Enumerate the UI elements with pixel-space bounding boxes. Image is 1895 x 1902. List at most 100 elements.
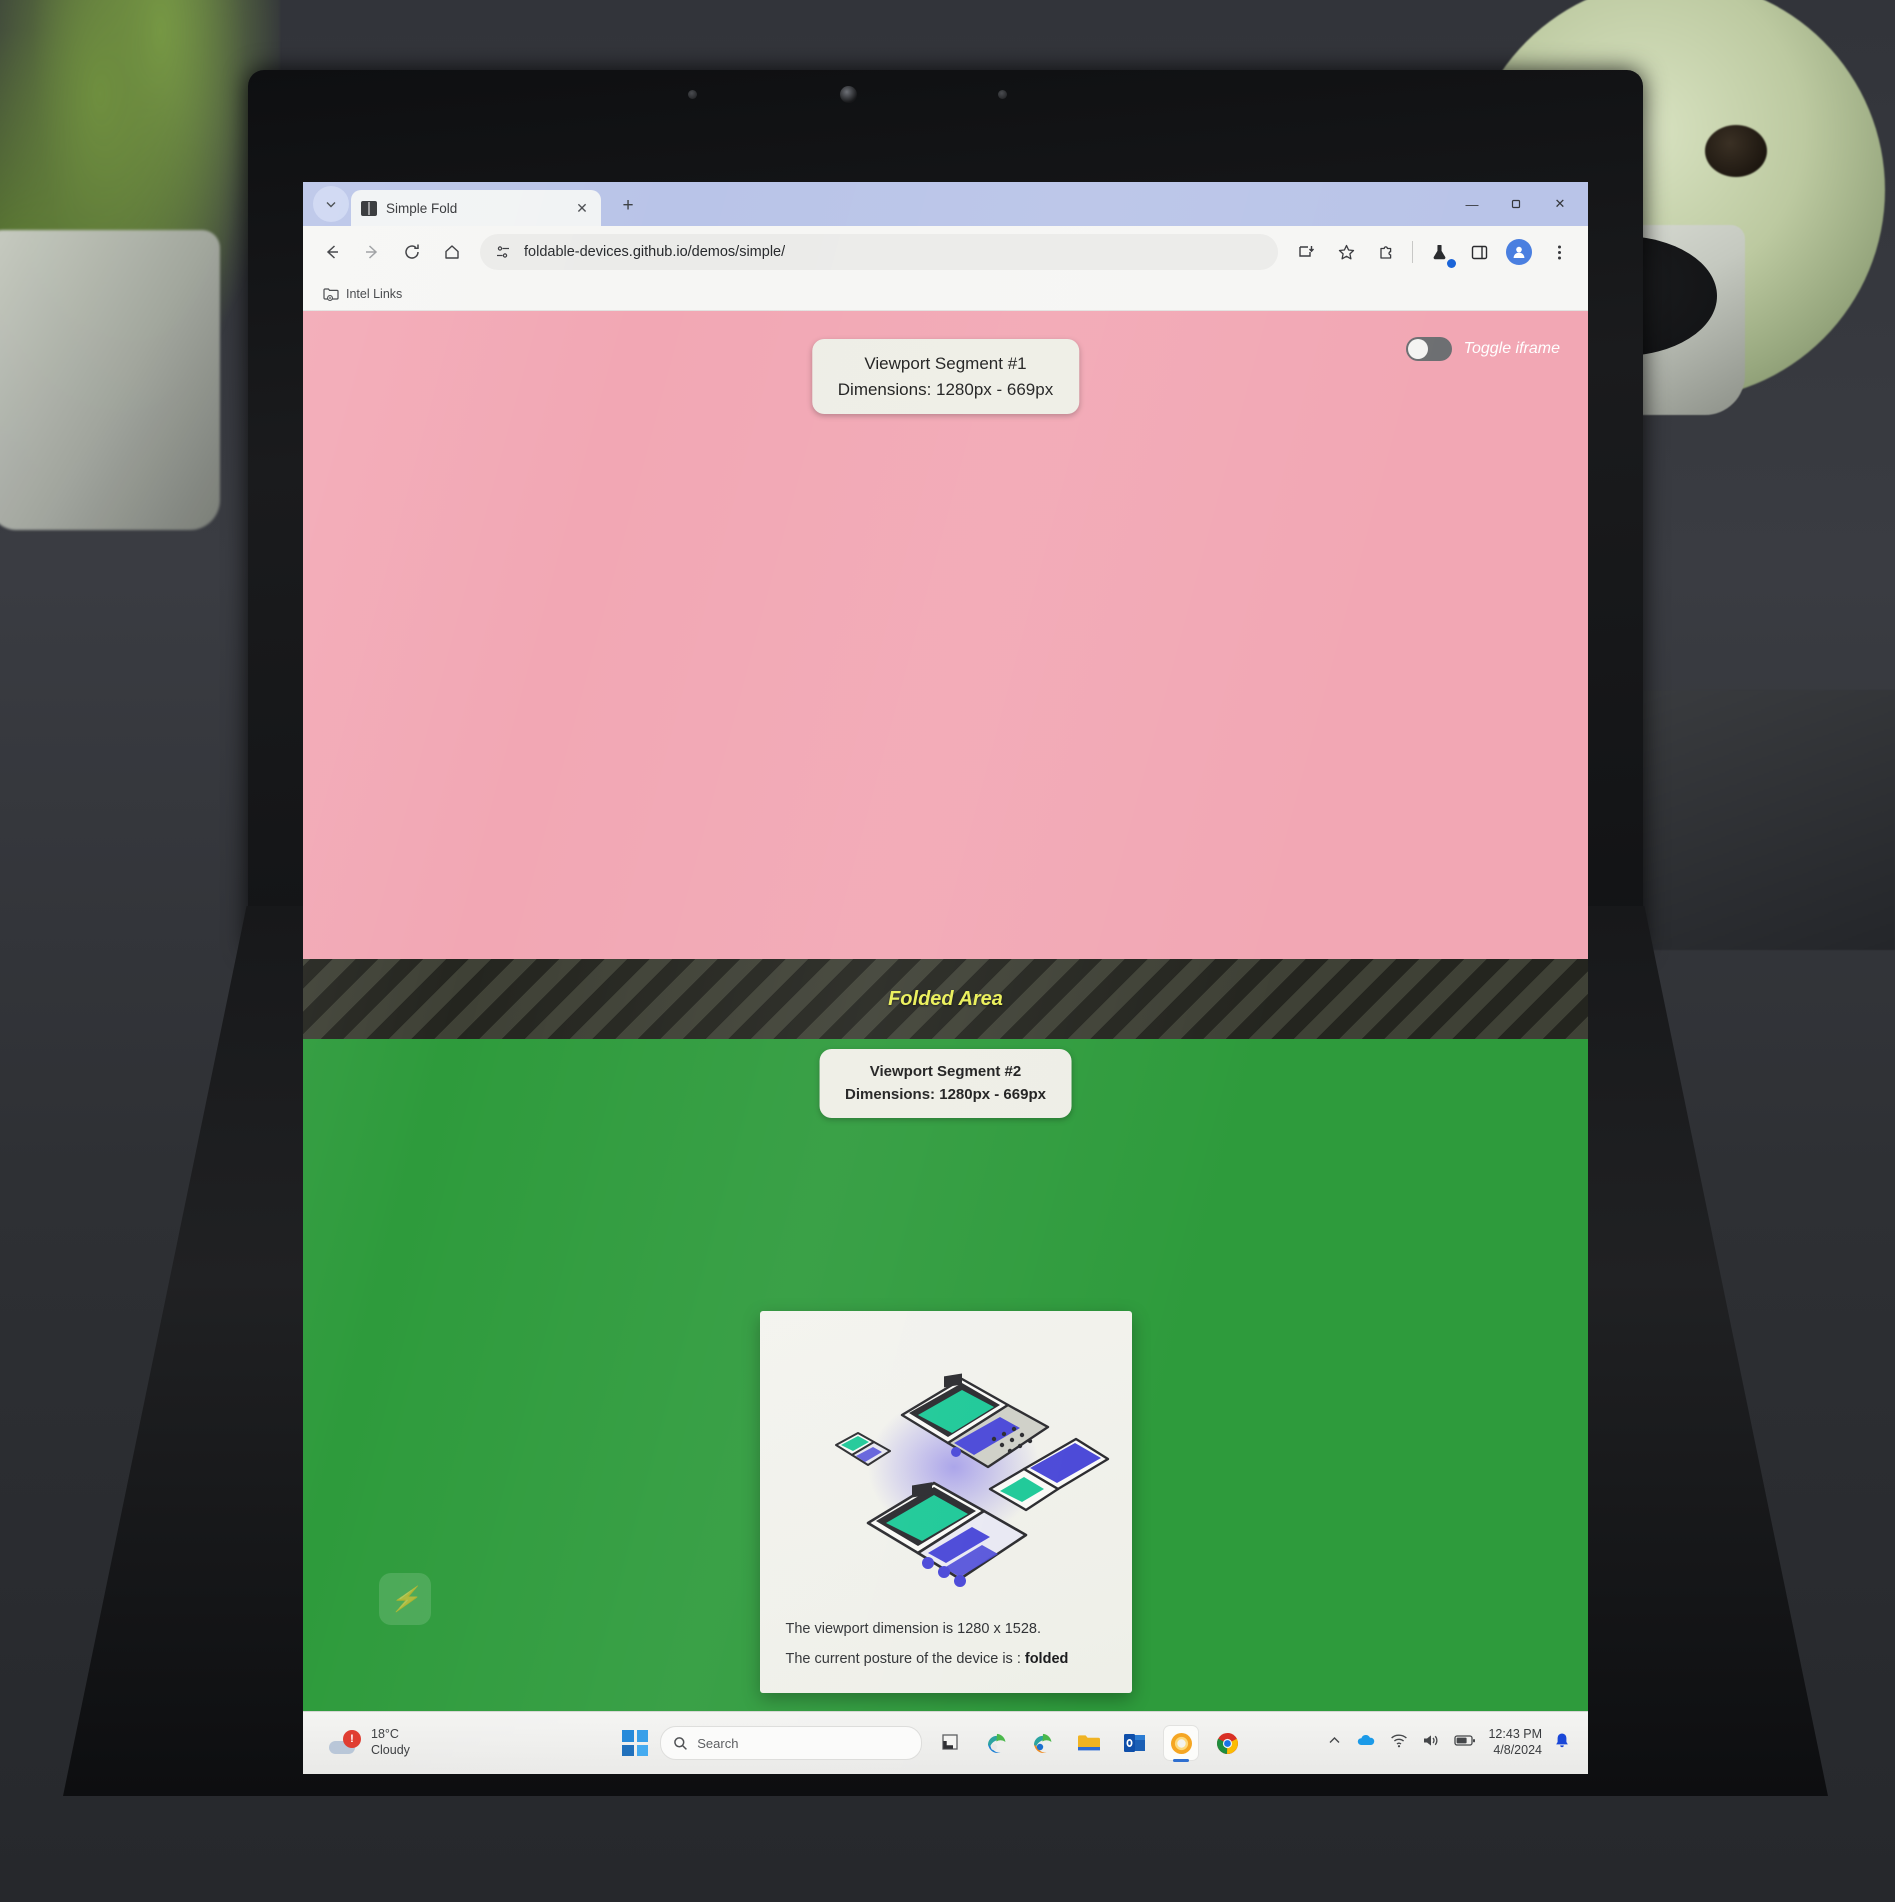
taskbar-app-task-view[interactable] xyxy=(934,1726,968,1760)
install-app-icon xyxy=(1298,245,1314,257)
taskbar-app-chrome[interactable] xyxy=(1210,1726,1244,1760)
maximize-button[interactable] xyxy=(1494,190,1538,218)
tray-volume-button[interactable] xyxy=(1422,1733,1440,1753)
start-button[interactable] xyxy=(622,1730,649,1756)
posture-value: folded xyxy=(1024,1651,1069,1667)
outlook-icon xyxy=(1124,1734,1146,1752)
foldable-laptop: Simple Fold ✕ + — ✕ foldable-devices.git… xyxy=(63,70,1828,1840)
tray-overflow-button[interactable] xyxy=(1327,1733,1342,1753)
battery-icon xyxy=(1454,1735,1476,1746)
webcam-icon xyxy=(840,86,857,103)
close-button[interactable]: ✕ xyxy=(1538,190,1582,218)
chevron-up-icon xyxy=(1329,1737,1340,1743)
tab-search-caret[interactable] xyxy=(313,186,349,222)
toolbar-divider xyxy=(1412,241,1413,263)
webcam-bar xyxy=(688,84,1008,106)
taskbar-app-outlook[interactable] xyxy=(1118,1726,1152,1760)
system-tray xyxy=(1327,1733,1476,1753)
avatar-icon xyxy=(1506,239,1532,265)
new-tab-button[interactable]: + xyxy=(611,189,645,223)
puzzle-piece-icon xyxy=(1379,245,1391,259)
taskbar-app-chrome-canary[interactable] xyxy=(1164,1726,1199,1760)
vendor-logo-icon: ⚡ xyxy=(379,1573,431,1625)
taskbar-app-edge-dev[interactable] xyxy=(1026,1726,1060,1760)
site-settings-icon xyxy=(497,246,509,258)
browser-toolbar: foldable-devices.github.io/demos/simple/ xyxy=(303,226,1588,278)
toggle-knob xyxy=(1407,339,1428,359)
bookmarks-bar: Intel Links xyxy=(303,278,1588,311)
home-icon xyxy=(445,245,459,259)
toggle-iframe-switch[interactable] xyxy=(1405,337,1452,361)
segment-2-dimensions: Dimensions: 1280px - 669px xyxy=(845,1085,1046,1103)
weather-temperature: 18°C xyxy=(371,1727,399,1742)
viewport-dimension-text: The viewport dimension is 1280 x 1528. xyxy=(785,1621,1042,1637)
back-button[interactable] xyxy=(313,233,351,271)
side-panel-button[interactable] xyxy=(1460,233,1498,271)
bell-icon xyxy=(1556,1733,1568,1748)
home-button[interactable] xyxy=(433,233,471,271)
search-placeholder: Search xyxy=(697,1735,739,1751)
taskbar-app-edge[interactable] xyxy=(980,1726,1014,1760)
posture-prefix: The current posture of the device is : xyxy=(785,1651,1025,1667)
weather-alert-badge: ! xyxy=(343,1730,361,1748)
reload-button[interactable] xyxy=(393,233,431,271)
chevron-down-icon xyxy=(326,202,336,208)
folded-area: Folded Area xyxy=(303,959,1588,1039)
task-view-icon xyxy=(942,1734,958,1750)
tray-battery-button[interactable] xyxy=(1454,1734,1476,1752)
taskbar-app-file-explorer[interactable] xyxy=(1072,1726,1106,1760)
folded-area-label: Folded Area xyxy=(888,987,1003,1010)
tune-icon[interactable] xyxy=(492,241,514,263)
cloud-icon xyxy=(1358,1735,1375,1745)
windows-taskbar: ! 18°C Cloudy Search 12:43 PM 4/8/2024 xyxy=(303,1711,1588,1774)
star-icon xyxy=(1338,244,1354,259)
speaker-icon xyxy=(1424,1735,1438,1746)
flask-icon xyxy=(1433,244,1445,259)
profile-button[interactable] xyxy=(1500,233,1538,271)
browser-tab[interactable]: Simple Fold ✕ xyxy=(351,190,601,226)
cloud-icon: ! xyxy=(329,1730,363,1756)
bookmark-button[interactable] xyxy=(1327,233,1365,271)
sensor-dot-icon xyxy=(688,90,697,99)
taskbar-search[interactable]: Search xyxy=(660,1726,923,1760)
notification-button[interactable] xyxy=(1554,1732,1570,1754)
bookmark-item-intel-links[interactable]: Intel Links xyxy=(317,284,408,304)
edge-dev-icon xyxy=(1034,1733,1052,1753)
forward-button[interactable] xyxy=(353,233,391,271)
bookmark-label: Intel Links xyxy=(346,287,403,301)
segment-1-badge: Viewport Segment #1 Dimensions: 1280px -… xyxy=(811,339,1080,414)
edge-icon xyxy=(988,1733,1006,1753)
tray-wifi-button[interactable] xyxy=(1390,1733,1408,1753)
labs-button[interactable] xyxy=(1420,233,1458,271)
toggle-iframe-label: Toggle iframe xyxy=(1463,340,1560,357)
weather-condition: Cloudy xyxy=(371,1743,410,1757)
demo-card: The viewport dimension is 1280 x 1528. T… xyxy=(759,1311,1132,1693)
weather-widget[interactable]: ! 18°C Cloudy xyxy=(329,1727,539,1758)
close-icon[interactable]: ✕ xyxy=(573,199,591,217)
install-app-button[interactable] xyxy=(1287,233,1325,271)
folder-gear-icon xyxy=(323,288,339,301)
person-icon xyxy=(1513,246,1525,258)
notification-dot-icon xyxy=(1447,259,1456,268)
extensions-button[interactable] xyxy=(1367,233,1405,271)
kebab-menu-icon xyxy=(1557,245,1561,259)
browser-menu-button[interactable] xyxy=(1540,233,1578,271)
segment-2-badge: Viewport Segment #2 Dimensions: 1280px -… xyxy=(819,1049,1072,1118)
reload-icon xyxy=(405,244,419,259)
toggle-iframe-control[interactable]: Toggle iframe xyxy=(1405,337,1560,361)
sensor-dot-icon xyxy=(998,90,1007,99)
address-bar[interactable]: foldable-devices.github.io/demos/simple/ xyxy=(480,234,1278,270)
taskbar-center: Search xyxy=(539,1726,1327,1760)
folder-icon xyxy=(1078,1735,1101,1751)
taskbar-clock[interactable]: 12:43 PM 4/8/2024 xyxy=(1488,1727,1542,1758)
minimize-button[interactable]: — xyxy=(1450,190,1494,218)
web-page-content: Viewport Segment #1 Dimensions: 1280px -… xyxy=(303,311,1588,1774)
device-posture-text: The current posture of the device is : f… xyxy=(786,1651,1106,1667)
chrome-icon xyxy=(1216,1732,1238,1754)
segment-2-title: Viewport Segment #2 xyxy=(869,1063,1022,1080)
clock-time: 12:43 PM xyxy=(1488,1727,1542,1742)
book-icon xyxy=(361,200,377,216)
tray-onedrive-button[interactable] xyxy=(1356,1733,1376,1753)
foldable-devices-illustration xyxy=(834,1373,1109,1587)
browser-window: Simple Fold ✕ + — ✕ foldable-devices.git… xyxy=(303,182,1588,1774)
